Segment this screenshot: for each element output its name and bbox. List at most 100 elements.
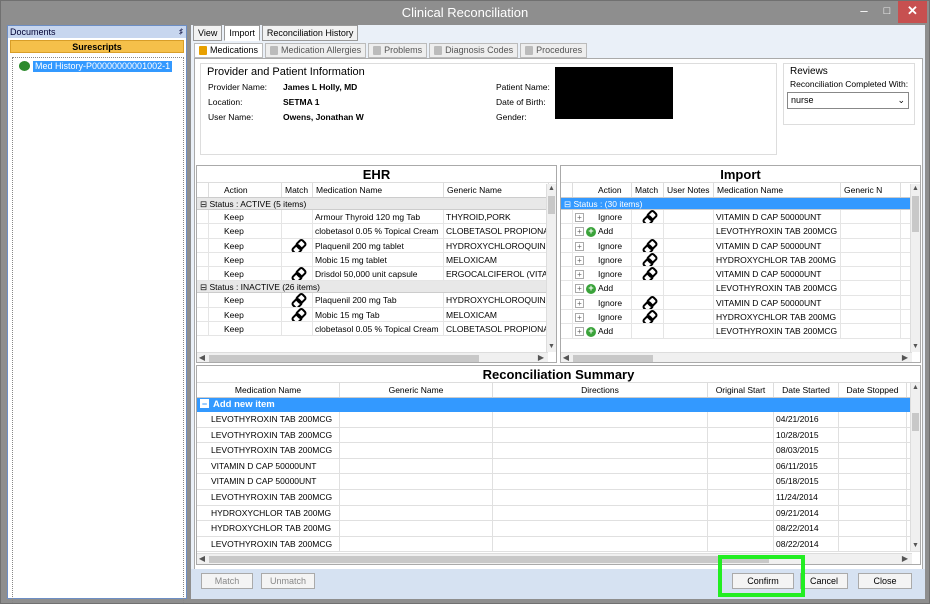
- scroll-up-icon[interactable]: ▲: [547, 184, 556, 194]
- directions-cell[interactable]: [493, 521, 708, 536]
- directions-cell[interactable]: [493, 443, 708, 458]
- scroll-left-icon[interactable]: ◀: [561, 353, 571, 362]
- ehr-hscroll[interactable]: ◀ ▶: [197, 352, 548, 362]
- summary-col-date-started[interactable]: Date Started: [774, 383, 839, 397]
- link-icon[interactable]: [643, 311, 655, 323]
- match-cell[interactable]: [282, 224, 313, 238]
- summary-col-medication[interactable]: Medication Name: [197, 383, 340, 397]
- match-cell[interactable]: [282, 210, 313, 224]
- table-row[interactable]: Keep Plaquenil 200 mg tablet HYDROXYCHLORO…: [197, 238, 556, 253]
- expand-icon[interactable]: +: [575, 298, 584, 308]
- match-cell[interactable]: [282, 238, 313, 252]
- import-col-generic[interactable]: Generic N: [841, 183, 901, 197]
- directions-cell[interactable]: [493, 427, 708, 443]
- link-icon[interactable]: [643, 240, 655, 252]
- table-row[interactable]: + Ignore VITAMIN D CAP 50000UNT: [561, 238, 920, 253]
- action-cell[interactable]: Keep: [209, 307, 282, 322]
- directions-cell[interactable]: [493, 412, 708, 427]
- ehr-group-active[interactable]: ⊟ Status : ACTIVE (5 items): [197, 198, 556, 210]
- user-notes-cell[interactable]: [664, 295, 714, 310]
- match-cell[interactable]: [282, 267, 313, 281]
- action-cell[interactable]: + Ignore: [573, 267, 632, 281]
- tab-procedures[interactable]: Procedures: [520, 43, 588, 58]
- link-icon[interactable]: [292, 268, 304, 280]
- scroll-right-icon[interactable]: ▶: [900, 554, 910, 564]
- table-row[interactable]: VITAMIN D CAP 50000UNT 06/11/2015: [197, 458, 920, 475]
- import-col-match[interactable]: Match: [632, 183, 664, 197]
- match-cell[interactable]: [632, 210, 664, 224]
- table-row[interactable]: + + Add LEVOTHYROXIN TAB 200MCG: [561, 324, 920, 339]
- user-notes-cell[interactable]: [664, 238, 714, 252]
- import-vscroll[interactable]: ▲ ▼: [910, 184, 920, 352]
- close-button[interactable]: Close: [858, 573, 912, 589]
- action-cell[interactable]: Keep: [209, 210, 282, 224]
- import-vscroll-thumb[interactable]: [912, 196, 919, 232]
- link-icon[interactable]: [292, 309, 304, 321]
- scroll-left-icon[interactable]: ◀: [197, 353, 207, 362]
- user-notes-cell[interactable]: [664, 324, 714, 338]
- import-group[interactable]: ⊟ Status : (30 items): [561, 198, 920, 210]
- close-window-button[interactable]: ✕: [898, 1, 927, 23]
- table-row[interactable]: Keep clobetasol 0.05 % Topical Cream CLOBE…: [197, 322, 556, 337]
- tab-diagnosis-codes[interactable]: Diagnosis Codes: [429, 43, 519, 58]
- tab-view[interactable]: View: [193, 25, 223, 41]
- action-cell[interactable]: + Ignore: [573, 295, 632, 310]
- action-cell[interactable]: Keep: [209, 322, 282, 336]
- ehr-hscroll-thumb[interactable]: [209, 355, 479, 362]
- action-cell[interactable]: + + Add: [573, 281, 632, 295]
- tab-problems[interactable]: Problems: [368, 43, 428, 58]
- user-notes-cell[interactable]: [664, 310, 714, 324]
- table-row[interactable]: + + Add LEVOTHYROXIN TAB 200MCG: [561, 224, 920, 239]
- match-cell[interactable]: [632, 295, 664, 310]
- expand-icon[interactable]: +: [575, 227, 584, 237]
- directions-cell[interactable]: [493, 489, 708, 505]
- surescripts-section[interactable]: Surescripts: [10, 40, 184, 53]
- expand-icon[interactable]: +: [575, 284, 584, 294]
- table-row[interactable]: LEVOTHYROXIN TAB 200MCG 08/03/2015: [197, 443, 920, 459]
- ehr-vscroll-thumb[interactable]: [548, 196, 555, 214]
- scroll-down-icon[interactable]: ▼: [911, 342, 920, 352]
- user-notes-cell[interactable]: [664, 267, 714, 281]
- tab-medications[interactable]: Medications: [194, 43, 264, 58]
- action-cell[interactable]: + Ignore: [573, 252, 632, 267]
- summary-col-generic[interactable]: Generic Name: [340, 383, 493, 397]
- action-cell[interactable]: Keep: [209, 224, 282, 238]
- match-cell[interactable]: [632, 238, 664, 252]
- ehr-col-medication[interactable]: Medication Name: [313, 183, 444, 197]
- tree-item-med-history[interactable]: Med History-P00000000001002-1: [33, 61, 173, 72]
- tab-reconciliation-history[interactable]: Reconciliation History: [261, 25, 359, 41]
- directions-cell[interactable]: [493, 474, 708, 489]
- table-row[interactable]: + + Add LEVOTHYROXIN TAB 200MCG: [561, 281, 920, 296]
- ehr-col-action[interactable]: Action: [209, 183, 282, 197]
- table-row[interactable]: Keep Plaquenil 200 mg Tab HYDROXYCHLOROQUI…: [197, 293, 556, 308]
- directions-cell[interactable]: [493, 536, 708, 552]
- link-icon[interactable]: [292, 294, 304, 306]
- reconciliation-completed-select[interactable]: nurse ⌄: [787, 92, 909, 109]
- user-notes-cell[interactable]: [664, 252, 714, 267]
- import-col-medication[interactable]: Medication Name: [714, 183, 841, 197]
- summary-col-directions[interactable]: Directions: [493, 383, 708, 397]
- add-new-item-group[interactable]: − Add new item: [197, 398, 920, 412]
- maximize-button[interactable]: □: [876, 1, 898, 23]
- table-row[interactable]: + Ignore HYDROXYCHLOR TAB 200MG: [561, 252, 920, 268]
- link-icon[interactable]: [292, 240, 304, 252]
- match-cell[interactable]: [632, 252, 664, 267]
- pin-icon[interactable]: ♯: [179, 26, 183, 38]
- table-row[interactable]: LEVOTHYROXIN TAB 200MCG 10/28/2015: [197, 427, 920, 444]
- directions-cell[interactable]: [493, 458, 708, 474]
- link-icon[interactable]: [643, 268, 655, 280]
- scroll-up-icon[interactable]: ▲: [911, 184, 920, 194]
- summary-vscroll-thumb[interactable]: [912, 413, 919, 431]
- table-row[interactable]: LEVOTHYROXIN TAB 200MCG 04/21/2016: [197, 412, 920, 428]
- match-cell[interactable]: [282, 252, 313, 267]
- scroll-right-icon[interactable]: ▶: [900, 353, 910, 362]
- summary-col-date-stopped[interactable]: Date Stopped: [839, 383, 907, 397]
- scroll-down-icon[interactable]: ▼: [911, 541, 920, 551]
- table-row[interactable]: HYDROXYCHLOR TAB 200MG 08/22/2014: [197, 521, 920, 537]
- match-cell[interactable]: [632, 324, 664, 338]
- cancel-button[interactable]: Cancel: [800, 573, 848, 589]
- table-row[interactable]: LEVOTHYROXIN TAB 200MCG 11/24/2014: [197, 489, 920, 506]
- action-cell[interactable]: + Ignore: [573, 238, 632, 252]
- scroll-left-icon[interactable]: ◀: [197, 554, 207, 564]
- expand-icon[interactable]: +: [575, 241, 584, 251]
